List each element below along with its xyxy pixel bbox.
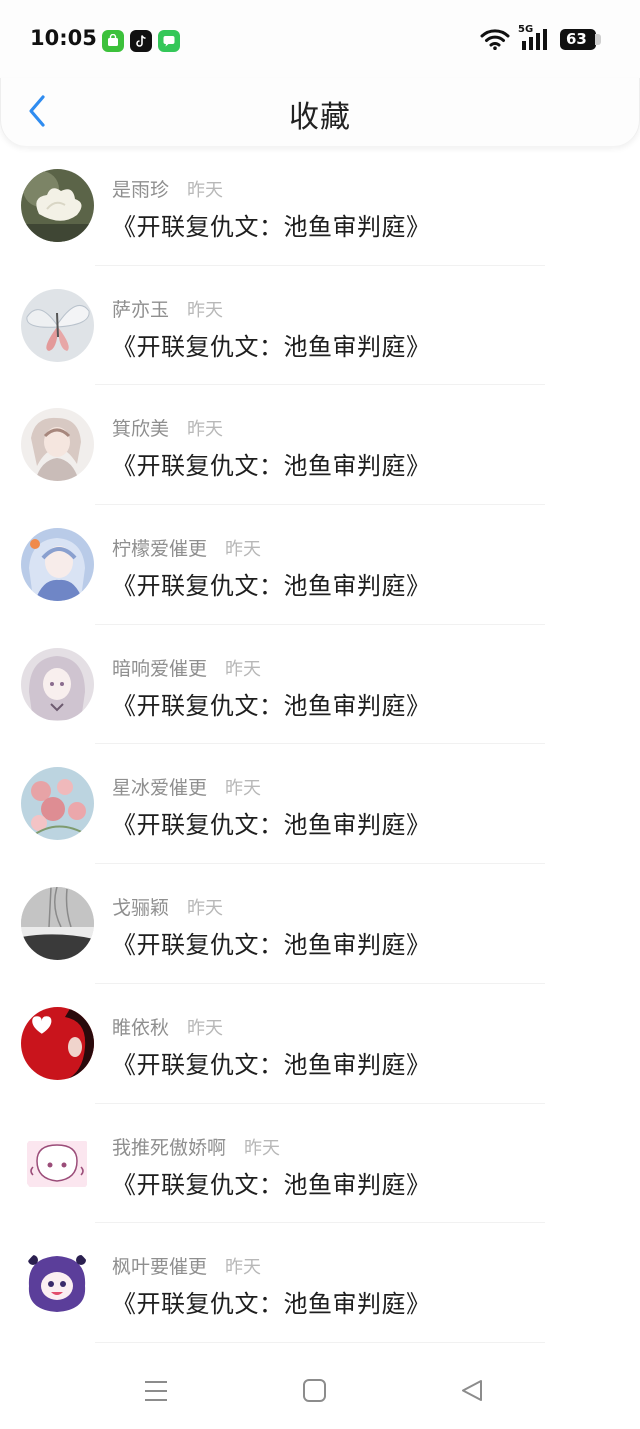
list-item[interactable]: 萨亦玉 昨天 《开联复仇文：池鱼审判庭》 bbox=[0, 266, 640, 386]
favorite-title: 《开联复仇文：池鱼审判庭》 bbox=[112, 572, 431, 601]
username: 我推死傲娇啊 昨天 bbox=[112, 1133, 280, 1160]
back-triangle-icon bbox=[462, 1380, 482, 1401]
page-title: 收藏 bbox=[289, 100, 351, 135]
favorite-title: 《开联复仇文：池鱼审判庭》 bbox=[112, 691, 431, 720]
favorite-title: 《开联复仇文：池鱼审判庭》 bbox=[112, 931, 431, 960]
cellular-signal-icon: 5G bbox=[518, 24, 552, 50]
username: 暗响爱催更 昨天 bbox=[112, 654, 261, 681]
list-item[interactable]: 我推死傲娇啊 昨天 《开联复仇文：池鱼审判庭》 bbox=[0, 1104, 640, 1224]
username-text: 枫叶要催更 bbox=[112, 1256, 208, 1279]
list-item[interactable]: 暗响爱催更 昨天 《开联复仇文：池鱼审判庭》 bbox=[0, 625, 640, 745]
list-item[interactable]: 戈骊颖 昨天 《开联复仇文：池鱼审判庭》 bbox=[0, 864, 640, 984]
username: 箕欣美 昨天 bbox=[112, 414, 223, 441]
username-text: 戈骊颖 bbox=[112, 897, 170, 920]
home-square-icon bbox=[303, 1379, 326, 1402]
timestamp: 昨天 bbox=[187, 180, 224, 201]
list-item[interactable]: 星冰爱催更 昨天 《开联复仇文：池鱼审判庭》 bbox=[0, 744, 640, 865]
list-item[interactable]: 枫叶要催更 昨天 《开联复仇文：池鱼审判庭》 bbox=[0, 1223, 640, 1343]
list-item[interactable]: 是雨珍 昨天 《开联复仇文：池鱼审判庭》 bbox=[0, 146, 640, 266]
timestamp: 昨天 bbox=[225, 778, 262, 800]
favorite-title: 《开联复仇文：池鱼审判庭》 bbox=[112, 213, 431, 241]
battery-level: 63 bbox=[566, 29, 587, 48]
home-button[interactable] bbox=[300, 1376, 330, 1406]
tiktok-icon bbox=[130, 30, 152, 52]
avatar[interactable] bbox=[21, 647, 94, 721]
username: 戈骊颖 昨天 bbox=[112, 893, 223, 920]
username-text: 柠檬爱催更 bbox=[112, 538, 208, 561]
timestamp: 昨天 bbox=[187, 419, 224, 441]
timestamp: 昨天 bbox=[225, 1257, 262, 1279]
avatar[interactable] bbox=[21, 1126, 94, 1200]
battery-icon: 63 bbox=[560, 28, 601, 50]
favorite-title: 《开联复仇文：池鱼审判庭》 bbox=[112, 1050, 431, 1079]
timestamp: 昨天 bbox=[187, 898, 224, 920]
favorite-title: 《开联复仇文：池鱼审判庭》 bbox=[112, 332, 431, 361]
avatar[interactable] bbox=[21, 887, 94, 961]
avatar[interactable] bbox=[21, 408, 94, 482]
favorite-title: 《开联复仇文：池鱼审判庭》 bbox=[112, 1170, 431, 1199]
timestamp: 昨天 bbox=[187, 299, 224, 321]
back-nav-button[interactable] bbox=[458, 1376, 488, 1406]
favorite-title: 《开联复仇文：池鱼审判庭》 bbox=[112, 452, 431, 481]
timestamp: 昨天 bbox=[244, 1137, 281, 1159]
username: 星冰爱催更 昨天 bbox=[112, 773, 261, 800]
username-text: 箕欣美 bbox=[112, 418, 170, 441]
username: 是雨珍 昨天 bbox=[112, 175, 223, 202]
system-icons: 5G 63 bbox=[480, 24, 601, 50]
status-time: 10:05 bbox=[30, 26, 97, 50]
favorite-title: 《开联复仇文：池鱼审判庭》 bbox=[112, 811, 431, 840]
username-text: 萨亦玉 bbox=[112, 298, 170, 321]
wifi-icon bbox=[480, 29, 510, 50]
shop-app-icon bbox=[102, 30, 124, 52]
avatar[interactable] bbox=[21, 1006, 94, 1080]
list-item[interactable]: 箕欣美 昨天 《开联复仇文：池鱼审判庭》 bbox=[0, 385, 640, 506]
timestamp: 昨天 bbox=[225, 539, 262, 561]
menu-button[interactable] bbox=[141, 1376, 171, 1406]
username-text: 星冰爱催更 bbox=[112, 777, 208, 800]
divider bbox=[95, 1341, 545, 1343]
messages-icon bbox=[158, 30, 180, 52]
timestamp: 昨天 bbox=[187, 1017, 224, 1039]
username-text: 是雨珍 bbox=[112, 179, 170, 201]
avatar[interactable] bbox=[21, 1246, 94, 1320]
title-bar: 收藏 bbox=[0, 78, 640, 146]
favorites-list: 是雨珍 昨天 《开联复仇文：池鱼审判庭》 萨亦玉 昨天 《开联复仇文：池鱼审判庭》 bbox=[0, 146, 640, 1343]
notification-icons bbox=[102, 30, 180, 52]
username: 枫叶要催更 昨天 bbox=[112, 1252, 261, 1279]
username: 萨亦玉 昨天 bbox=[112, 295, 223, 322]
username: 柠檬爱催更 昨天 bbox=[112, 534, 261, 561]
avatar[interactable] bbox=[21, 767, 94, 841]
username-text: 我推死傲娇啊 bbox=[112, 1136, 227, 1159]
list-item[interactable]: 柠檬爱催更 昨天 《开联复仇文：池鱼审判庭》 bbox=[0, 505, 640, 625]
avatar[interactable] bbox=[21, 169, 94, 242]
status-bar: 10:05 5G 63 bbox=[0, 0, 640, 80]
username-text: 暗响爱催更 bbox=[112, 657, 208, 680]
favorite-title: 《开联复仇文：池鱼审判庭》 bbox=[112, 1290, 431, 1319]
system-nav-bar bbox=[0, 1350, 640, 1429]
timestamp: 昨天 bbox=[225, 658, 262, 680]
username: 睢依秋 昨天 bbox=[112, 1013, 223, 1040]
avatar[interactable] bbox=[21, 288, 94, 362]
menu-icon bbox=[145, 1381, 167, 1401]
avatar[interactable] bbox=[21, 528, 94, 602]
list-item[interactable]: 睢依秋 昨天 《开联复仇文：池鱼审判庭》 bbox=[0, 984, 640, 1104]
username-text: 睢依秋 bbox=[112, 1016, 170, 1039]
